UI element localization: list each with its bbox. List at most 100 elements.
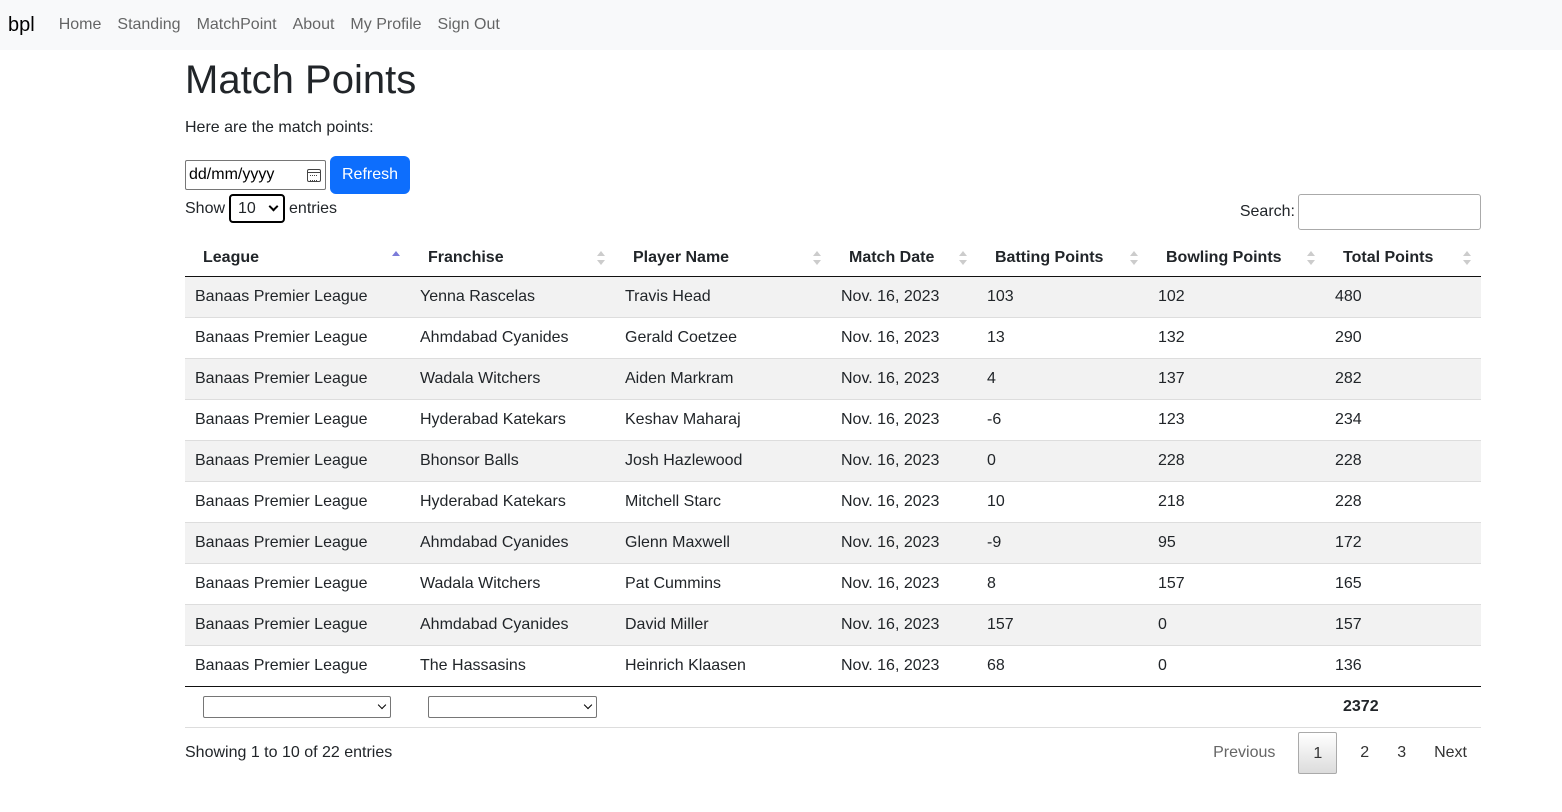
- entries-per-page-select[interactable]: 10: [229, 194, 286, 223]
- table-search: Search:: [1240, 194, 1481, 230]
- table-row: Banaas Premier League Yenna Rascelas Travi…: [185, 276, 1481, 317]
- search-label: Search:: [1239, 203, 1295, 220]
- table-cell: Gerald Coetzee: [615, 316, 831, 358]
- pagination-next[interactable]: Next: [1420, 732, 1481, 774]
- table-cell: 136: [1325, 644, 1481, 686]
- table-cell: Ahmdabad Cyanides: [410, 603, 615, 645]
- date-filter: dd/mm/yyyy Refresh: [185, 156, 1481, 194]
- calendar-icon[interactable]: [307, 168, 321, 182]
- table-cell: Nov. 16, 2023: [831, 644, 977, 686]
- table-cell: Banaas Premier League: [185, 357, 410, 399]
- table-cell: -6: [977, 398, 1148, 440]
- table-cell: Yenna Rascelas: [410, 276, 615, 317]
- table-cell: 480: [1325, 276, 1481, 317]
- sort-icon: [1307, 251, 1315, 265]
- table-row: Banaas Premier League Ahmdabad Cyanides Da…: [185, 603, 1481, 645]
- league-filter-select[interactable]: [203, 695, 391, 718]
- nav-link-matchpoint[interactable]: MatchPoint: [197, 16, 277, 34]
- table-cell: 95: [1148, 521, 1325, 563]
- table-cell: Nov. 16, 2023: [831, 603, 977, 645]
- sort-icon: [959, 251, 967, 265]
- nav-link-standing[interactable]: Standing: [117, 16, 180, 34]
- table-cell: 282: [1325, 357, 1481, 399]
- table-cell: Banaas Premier League: [185, 480, 410, 522]
- date-input[interactable]: dd/mm/yyyy: [185, 160, 326, 190]
- table-cell: Bhonsor Balls: [410, 439, 615, 481]
- column-header-player-name[interactable]: Player Name: [615, 240, 831, 277]
- entries-info: Showing 1 to 10 of 22 entries: [185, 743, 393, 761]
- pagination-previous[interactable]: Previous: [1199, 732, 1289, 774]
- table-row: Banaas Premier League Ahmdabad Cyanides Ge…: [185, 316, 1481, 358]
- table-body: Banaas Premier League Yenna Rascelas Travi…: [185, 276, 1481, 686]
- search-input[interactable]: [1298, 194, 1481, 230]
- pagination-page-1[interactable]: 1: [1298, 731, 1338, 774]
- table-cell: Keshav Maharaj: [615, 398, 831, 440]
- table-footer-row: 2372: [185, 685, 1481, 728]
- table-cell: Nov. 16, 2023: [831, 562, 977, 604]
- column-header-league[interactable]: League: [185, 240, 410, 277]
- table-cell: 102: [1148, 276, 1325, 317]
- table-cell: 157: [1325, 603, 1481, 645]
- column-header-bowling-points[interactable]: Bowling Points: [1148, 240, 1325, 277]
- sort-icon: [813, 251, 821, 265]
- table-cell: Banaas Premier League: [185, 398, 410, 440]
- nav-link-home[interactable]: Home: [59, 16, 102, 34]
- table-cell: 0: [1148, 644, 1325, 686]
- nav-link-about[interactable]: About: [293, 16, 335, 34]
- table-cell: Travis Head: [615, 276, 831, 317]
- chevron-down-icon: [583, 700, 593, 709]
- table-row: Banaas Premier League Wadala Witchers Aide…: [185, 357, 1481, 399]
- footer-league-filter-cell: [185, 685, 410, 728]
- table-row: Banaas Premier League Hyderabad Katekars M…: [185, 480, 1481, 522]
- nav-link-my-profile[interactable]: My Profile: [350, 16, 421, 34]
- table-cell: -9: [977, 521, 1148, 563]
- table-cell: Heinrich Klaasen: [615, 644, 831, 686]
- table-cell: 157: [1148, 562, 1325, 604]
- table-row: Banaas Premier League The Hassasins Heinri…: [185, 644, 1481, 686]
- table-cell: Nov. 16, 2023: [831, 439, 977, 481]
- sort-icon: [1130, 251, 1138, 265]
- entries-label: entries: [289, 199, 338, 217]
- table-cell: Banaas Premier League: [185, 316, 410, 358]
- pagination: Previous 1 2 3 Next: [1199, 731, 1481, 774]
- table-cell: 13: [977, 316, 1148, 358]
- table-cell: 172: [1325, 521, 1481, 563]
- brand-logo[interactable]: bpl: [8, 14, 35, 37]
- table-cell: 132: [1148, 316, 1325, 358]
- table-cell: Nov. 16, 2023: [831, 398, 977, 440]
- total-points-sum: 2372: [1325, 685, 1481, 728]
- column-header-match-date[interactable]: Match Date: [831, 240, 977, 277]
- table-cell: 8: [977, 562, 1148, 604]
- table-cell: Mitchell Starc: [615, 480, 831, 522]
- table-cell: 123: [1148, 398, 1325, 440]
- table-row: Banaas Premier League Hyderabad Katekars K…: [185, 398, 1481, 440]
- table-cell: 157: [977, 603, 1148, 645]
- entries-length-control: Show 10 entries: [185, 194, 337, 223]
- refresh-button[interactable]: Refresh: [330, 156, 411, 194]
- table-cell: 218: [1148, 480, 1325, 522]
- pagination-page-2[interactable]: 2: [1346, 732, 1383, 774]
- table-cell: Nov. 16, 2023: [831, 316, 977, 358]
- table-controls: Show 10 entries Search:: [185, 194, 1481, 240]
- chevron-down-icon: [268, 201, 279, 212]
- table-cell: 234: [1325, 398, 1481, 440]
- table-cell: Josh Hazlewood: [615, 439, 831, 481]
- table-cell: Wadala Witchers: [410, 357, 615, 399]
- date-placeholder: dd/mm/yyyy: [189, 166, 275, 183]
- pagination-page-3[interactable]: 3: [1383, 732, 1420, 774]
- table-cell: Ahmdabad Cyanides: [410, 521, 615, 563]
- table-cell: 10: [977, 480, 1148, 522]
- column-header-total-points[interactable]: Total Points: [1325, 240, 1481, 277]
- table-cell: 137: [1148, 357, 1325, 399]
- table-cell: 228: [1325, 480, 1481, 522]
- table-cell: 0: [1148, 603, 1325, 645]
- franchise-filter-select[interactable]: [428, 695, 597, 718]
- table-cell: 4: [977, 357, 1148, 399]
- column-header-franchise[interactable]: Franchise: [410, 240, 615, 277]
- table-cell: David Miller: [615, 603, 831, 645]
- table-cell: Banaas Premier League: [185, 276, 410, 317]
- nav-link-sign-out[interactable]: Sign Out: [438, 16, 500, 34]
- footer-franchise-filter-cell: [410, 685, 615, 728]
- table-footer-controls: Showing 1 to 10 of 22 entries Previous 1…: [185, 731, 1481, 774]
- column-header-batting-points[interactable]: Batting Points: [977, 240, 1148, 277]
